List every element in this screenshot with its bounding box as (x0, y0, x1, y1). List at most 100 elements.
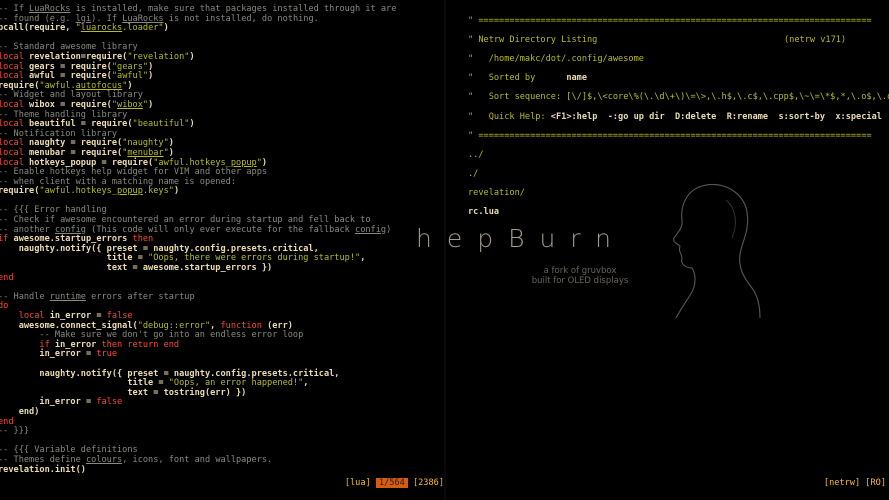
code-line[interactable]: require("awful.hotkeys_popup.keys") (0, 186, 396, 197)
code-token: ) (386, 224, 392, 235)
code-buffer[interactable]: -- If LuaRocks is installed, make sure t… (0, 4, 397, 476)
code-token: "awful.hotkeys_ (153, 157, 231, 168)
code-token: ) (261, 157, 268, 168)
code-token: errors after startup (85, 291, 195, 302)
code-token: end (0, 272, 14, 283)
code-token: in_error = (49, 311, 107, 321)
code-token: wibox (117, 99, 143, 110)
code-token: hotkeys_popup = require( (29, 157, 154, 168)
code-token: colours (85, 454, 123, 465)
netrw-title: " Netrw Directory Listing (468, 34, 598, 45)
code-token: title = (0, 378, 169, 389)
code-token: ) (163, 23, 169, 34)
code-token: if (0, 234, 9, 245)
netrw-title-row: " Netrw Directory Listing (netrw v171) (468, 34, 889, 46)
netrw-quickhelp-row: " Quick Help: <F1>:help -:go up dir D:de… (468, 111, 889, 123)
code-line[interactable]: in_error = true (0, 350, 396, 360)
code-token: -- If (0, 4, 30, 14)
code-token: local (0, 157, 30, 168)
code-line[interactable]: end (0, 272, 396, 284)
wallpaper-title: hepBurn (416, 224, 626, 253)
code-token: false (106, 311, 133, 321)
code-token: , (303, 378, 309, 389)
code-token: , icons, font and wallpapers. (122, 454, 273, 465)
code-token: -- Make sure we don't go into an endless… (0, 330, 304, 341)
code-token: "debug::error" (137, 320, 211, 331)
code-token: luarocks (80, 23, 123, 34)
cursor-position: 1/564 (375, 478, 408, 488)
code-token: function (220, 320, 268, 331)
wallpaper-subtitle-1: a fork of gruvbox (543, 266, 617, 276)
code-line[interactable]: revelation.init() (0, 465, 396, 476)
netrw-rule: " ======================================… (468, 15, 872, 26)
code-token: ) (173, 186, 180, 197)
portrait-silhouette-icon (673, 184, 761, 319)
code-token: beautiful = require( (29, 119, 133, 130)
code-token: menubar = require( (29, 147, 123, 158)
code-token: , (210, 320, 221, 331)
code-line[interactable]: in_error = false (0, 398, 396, 408)
code-token: local (0, 311, 50, 321)
code-token: local (0, 51, 30, 62)
code-token: .loader" (122, 23, 164, 34)
code-token: local (0, 99, 30, 110)
code-line[interactable]: end) (0, 406, 396, 418)
code-token: text = awesome.startup_errors }) (0, 263, 273, 274)
code-token: "awful. (39, 80, 76, 91)
netrw-entry-parent[interactable]: ../ (468, 150, 889, 161)
code-token: false (96, 397, 123, 408)
code-line[interactable]: end (0, 417, 396, 428)
code-line[interactable]: -- Handle runtime errors after startup (0, 291, 396, 303)
code-token: config (355, 224, 387, 235)
code-token: awful = require( (29, 71, 112, 82)
code-line[interactable]: -- }}} (0, 426, 396, 437)
code-token: autofocus (75, 80, 123, 91)
netrw-entry-current[interactable]: ./ (468, 169, 889, 180)
code-token: (err) (267, 320, 293, 331)
code-token: do (0, 301, 9, 312)
netrw-path: " /home/makc/dot/.config/awesome (468, 53, 644, 64)
code-line[interactable]: pcall(require, "luarocks.loader") (0, 23, 396, 34)
code-line[interactable]: text = awesome.startup_errors }) (0, 263, 396, 274)
code-token: require( (0, 186, 40, 197)
status-line-left: [lua] 1/564 [2386] (345, 478, 444, 488)
code-token: .keys" (142, 186, 174, 197)
code-token: , (360, 253, 366, 264)
code-token: is not installed, do nothing. (163, 13, 319, 24)
filetype-indicator: [lua] (344, 478, 371, 488)
code-token: local (0, 138, 30, 149)
code-token: pcall(require, (0, 23, 76, 34)
code-token: LuaRocks (29, 4, 71, 14)
code-token: is installed, make sure that packages in… (70, 4, 397, 14)
netrw-sort-sequence: " Sort sequence: [\/]$,\<core\%(\.\d\+\)… (468, 92, 889, 103)
code-token: in_error = (0, 349, 97, 360)
code-token: local (0, 119, 30, 130)
code-token: in_error = (0, 397, 97, 408)
code-token: awesome.startup_errors (13, 234, 133, 245)
code-token: true (96, 349, 118, 360)
code-token: ) (168, 138, 174, 149)
netrw-version: (netrw v171) (784, 34, 847, 45)
code-token: end) (0, 406, 40, 417)
code-token: ) (127, 80, 133, 91)
code-token: "naughty" (122, 138, 169, 149)
code-token: "awful.hotkeys_ (39, 186, 118, 197)
byte-count: [2386] (412, 478, 444, 488)
code-token: popup (117, 186, 143, 197)
code-token: "beautiful" (132, 119, 190, 130)
code-token: ) (148, 71, 154, 82)
code-token: -- Themes define (0, 454, 86, 465)
code-token: ) (148, 99, 154, 110)
code-token: require( (0, 80, 40, 91)
code-token: wibox = require( (29, 99, 112, 110)
code-token: menubar (127, 147, 164, 158)
netrw-quickhelp: <F1>:help -:go up dir D:delete R:rename … (550, 111, 882, 122)
code-token: -- }}} (0, 426, 30, 437)
code-token: runtime (49, 291, 86, 302)
netrw-sorted-row: " Sorted by name (468, 73, 889, 84)
editor-pane-lua[interactable]: -- If LuaRocks is installed, make sure t… (0, 0, 444, 500)
code-token: -- Standard awesome library (0, 42, 138, 53)
code-token: -- {{{ Error handling (0, 205, 107, 216)
status-line-right: [netrw] [RO] (823, 478, 886, 488)
code-token: -- Enable hotkeys help widget for VIM an… (0, 167, 268, 178)
